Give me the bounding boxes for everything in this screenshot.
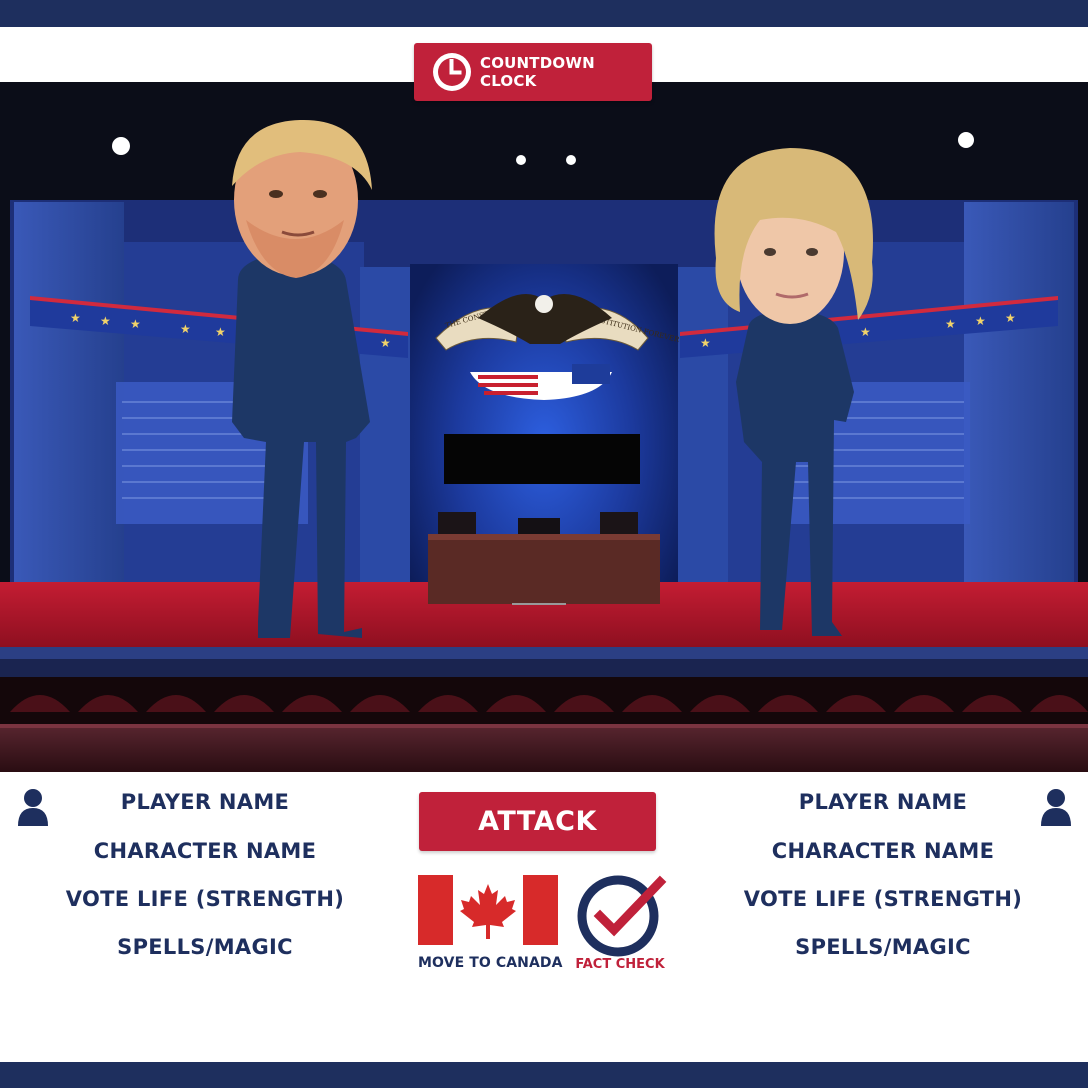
right-spells-magic: SPELLS/MAGIC	[795, 935, 971, 959]
svg-text:★: ★	[70, 311, 81, 325]
svg-text:★: ★	[975, 314, 986, 328]
left-vote-life: VOTE LIFE (STRENGTH)	[65, 887, 345, 911]
screen-panel	[444, 434, 640, 484]
debate-stage-scene: ★★★ ★★★ ★★★ ★★★ T	[0, 82, 1088, 772]
svg-text:★: ★	[945, 317, 956, 331]
countdown-label: COUNTDOWN CLOCK	[480, 54, 595, 90]
svg-text:★: ★	[100, 314, 111, 328]
svg-text:★: ★	[700, 336, 711, 350]
fact-check-label: FACT CHECK	[575, 957, 665, 972]
svg-text:★: ★	[860, 325, 871, 339]
left-player-name: PLAYER NAME	[120, 790, 290, 814]
move-to-canada-button[interactable]: MOVE TO CANADA	[418, 875, 563, 971]
debate-stage: ★★★ ★★★ ★★★ ★★★ T	[0, 82, 1088, 772]
svg-text:★: ★	[130, 317, 141, 331]
svg-text:★: ★	[180, 322, 191, 336]
right-character-name: CHARACTER NAME	[771, 839, 995, 863]
svg-text:★: ★	[215, 325, 226, 339]
audience-seats	[0, 677, 1088, 772]
fact-check-button[interactable]: FACT CHECK	[572, 868, 672, 978]
left-spells-magic: SPELLS/MAGIC	[117, 935, 293, 959]
canada-flag-icon	[418, 875, 558, 945]
bottom-border-bar	[0, 1062, 1088, 1088]
moderator-desk	[428, 512, 660, 605]
checkmark-icon	[577, 875, 667, 957]
svg-text:★: ★	[380, 336, 391, 350]
top-border-bar	[0, 0, 1088, 27]
right-vote-life: VOTE LIFE (STRENGTH)	[743, 887, 1023, 911]
clock-icon	[433, 53, 471, 91]
stage-edge	[0, 647, 1088, 659]
right-player-name: PLAYER NAME	[798, 790, 968, 814]
left-character-name: CHARACTER NAME	[93, 839, 317, 863]
countdown-clock-badge[interactable]: COUNTDOWN CLOCK	[414, 43, 652, 101]
move-to-canada-label: MOVE TO CANADA	[418, 955, 563, 971]
svg-text:★: ★	[1005, 311, 1016, 325]
attack-button[interactable]: ATTACK	[419, 792, 656, 851]
